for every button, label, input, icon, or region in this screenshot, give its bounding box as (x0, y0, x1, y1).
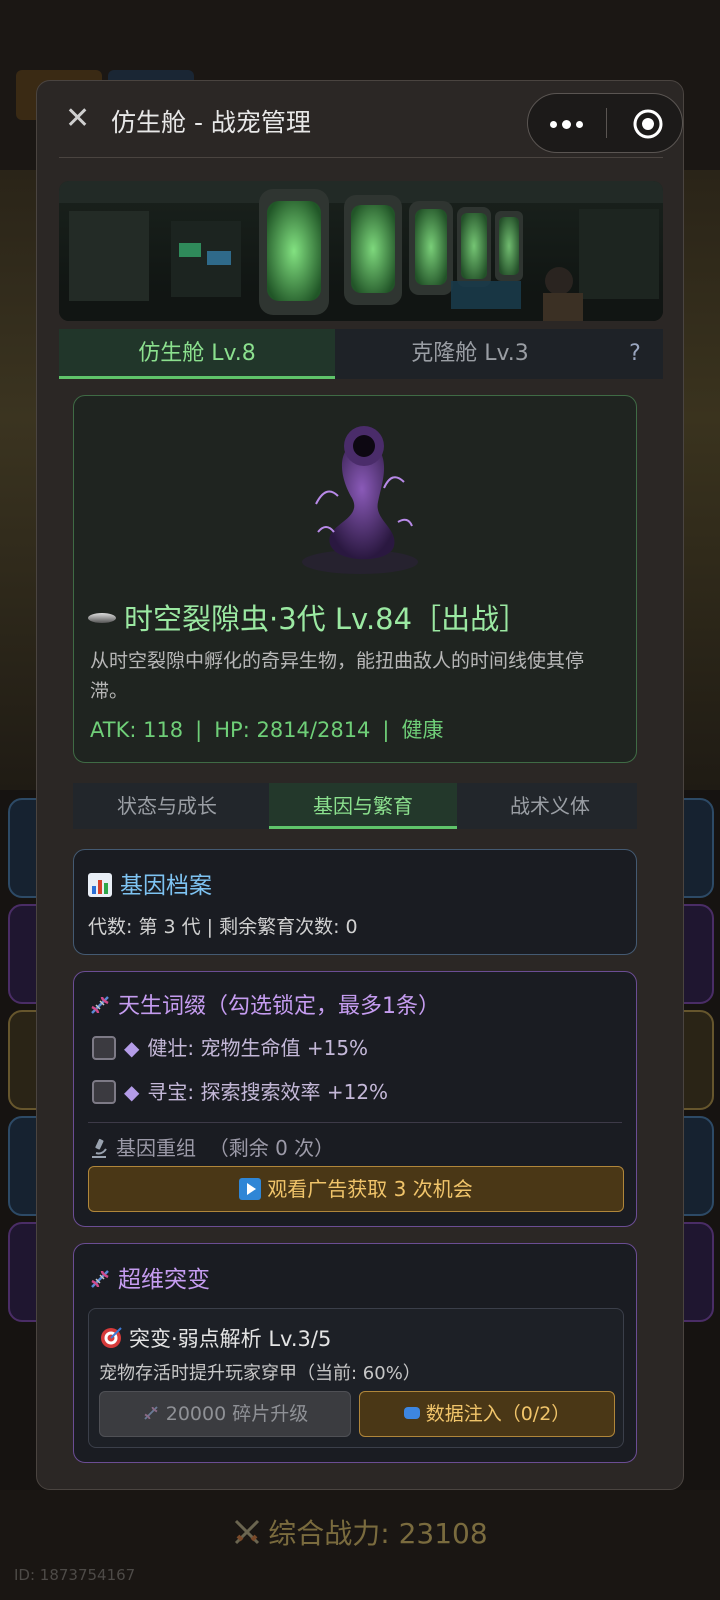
tab-tactical-implant[interactable]: 战术义体 (463, 783, 637, 829)
dna-icon (91, 1269, 109, 1288)
combat-power: 综合战力: 23108 (0, 1512, 720, 1552)
dna-icon (144, 1405, 158, 1420)
mutation-title-text: 超维突变 (118, 1267, 210, 1293)
play-icon (239, 1177, 262, 1200)
data-inject-button[interactable]: 数据注入（0/2） (359, 1391, 615, 1437)
tab-bionic-pod[interactable]: 仿生舱 Lv.8 (59, 329, 335, 379)
bar-chart-icon (88, 872, 112, 897)
pod-tabs: 仿生舱 Lv.8 克隆舱 Lv.3 ? (59, 329, 663, 379)
bullseye-icon (101, 1327, 122, 1348)
diamond-icon: ◆ (124, 1036, 140, 1060)
mutation-name: 突变·弱点解析 Lv.3/5 (99, 1323, 331, 1353)
trait-item[interactable]: ◆ 寻宝: 探索搜索效率 +12% (92, 1076, 389, 1104)
gene-archive-title: 基因档案 (88, 866, 212, 900)
pet-name: 时空裂隙虫·3代 Lv.84［出战］ (88, 596, 528, 638)
trait-lock-checkbox[interactable] (92, 1035, 116, 1060)
rarity-orb-icon (88, 613, 116, 623)
pet-description: 从时空裂隙中孵化的奇异生物，能扭曲敌人的时间线使其停滞。 (90, 650, 585, 702)
mutation-card: 突变·弱点解析 Lv.3/5 宠物存活时提升玩家穿甲（当前: 60%） 2000… (88, 1308, 624, 1448)
crossed-swords-icon (235, 1519, 260, 1545)
hyper-mutation-section: 超维突变 突变·弱点解析 Lv.3/5 宠物存活时提升玩家穿甲（当前: 60%）… (73, 1243, 637, 1463)
detail-tabs: 状态与成长 基因与繁育 战术义体 (73, 783, 637, 829)
combat-power-label: 综合战力: 23108 (268, 1517, 488, 1550)
tab-clone-pod[interactable]: 克隆舱 Lv.3 (335, 329, 605, 379)
pet-atk: ATK: 118 (90, 718, 184, 742)
pet-status: 健康 (401, 718, 444, 742)
regroup-remaining: （剩余 0 次） (208, 1136, 335, 1160)
pet-hp: HP: 2814/2814 (214, 718, 371, 742)
gene-archive-section: 基因档案 代数: 第 3 代 | 剩余繁育次数: 0 (73, 849, 637, 955)
fragment-upgrade-button[interactable]: 20000 碎片升级 (99, 1391, 351, 1437)
lab-banner-image (59, 181, 663, 321)
pet-name-text: 时空裂隙虫·3代 Lv.84［出战］ (124, 602, 529, 636)
pet-card: 时空裂隙虫·3代 Lv.84［出战］ 从时空裂隙中孵化的奇异生物，能扭曲敌人的时… (73, 395, 637, 763)
stat-separator: | (382, 718, 390, 742)
trait-text: 寻宝: 探索搜索效率 +12% (147, 1080, 389, 1104)
game-scene-left (0, 170, 36, 790)
microscope-icon (92, 1138, 107, 1158)
tab-gene-breeding[interactable]: 基因与繁育 (269, 783, 457, 829)
trait-text: 健壮: 宠物生命值 +15% (147, 1036, 369, 1060)
innate-traits-title-text: 天生词缀（勾选锁定，最多1条） (118, 994, 440, 1019)
mutation-description: 宠物存活时提升玩家穿甲（当前: 60%） (99, 1363, 421, 1384)
user-id: ID: 1873754167 (14, 1566, 136, 1584)
header-divider (59, 157, 663, 158)
tab-status-growth[interactable]: 状态与成长 (73, 783, 261, 829)
gene-archive-title-text: 基因档案 (120, 873, 212, 899)
diamond-icon: ◆ (124, 1080, 140, 1104)
mutation-title: 超维突变 (88, 1260, 210, 1294)
innate-traits-title: 天生词缀（勾选锁定，最多1条） (88, 988, 440, 1020)
watch-ad-label: 观看广告获取 3 次机会 (267, 1177, 473, 1201)
dna-icon (91, 996, 109, 1014)
regroup-label: 基因重组 (116, 1136, 196, 1160)
modal-header: ✕ 仿生舱 - 战宠管理 (37, 81, 683, 159)
help-icon[interactable]: ? (607, 329, 663, 379)
trait-item[interactable]: ◆ 健壮: 宠物生命值 +15% (92, 1032, 369, 1060)
data-chip-icon (403, 1406, 420, 1419)
pet-stats: ATK: 118 | HP: 2814/2814 | 健康 (90, 714, 444, 744)
fragment-upgrade-label: 20000 碎片升级 (165, 1403, 309, 1425)
rift-worm-portrait (302, 426, 418, 574)
innate-traits-section: 天生词缀（勾选锁定，最多1条） ◆ 健壮: 宠物生命值 +15% ◆ 寻宝: 探索搜… (73, 971, 637, 1227)
gene-regroup-status: 基因重组 （剩余 0 次） (88, 1132, 334, 1161)
watch-ad-button[interactable]: 观看广告获取 3 次机会 (88, 1166, 624, 1212)
mutation-name-text: 突变·弱点解析 Lv.3/5 (129, 1327, 332, 1351)
mini-program-capsule (527, 93, 683, 153)
bionic-pod-modal: ✕ 仿生舱 - 战宠管理 仿生舱 Lv.8 克隆舱 Lv.3 ? 时空裂隙虫·3… (36, 80, 684, 1490)
trait-lock-checkbox[interactable] (92, 1079, 116, 1104)
stat-separator: | (195, 718, 203, 742)
modal-title: 仿生舱 - 战宠管理 (111, 108, 311, 137)
traits-divider (88, 1122, 622, 1123)
exit-target-icon[interactable] (632, 108, 664, 140)
close-icon[interactable]: ✕ (65, 101, 90, 137)
data-inject-label: 数据注入（0/2） (425, 1403, 571, 1425)
more-icon[interactable] (548, 106, 588, 140)
capsule-divider (606, 108, 607, 138)
gene-archive-summary: 代数: 第 3 代 | 剩余繁育次数: 0 (88, 916, 358, 938)
